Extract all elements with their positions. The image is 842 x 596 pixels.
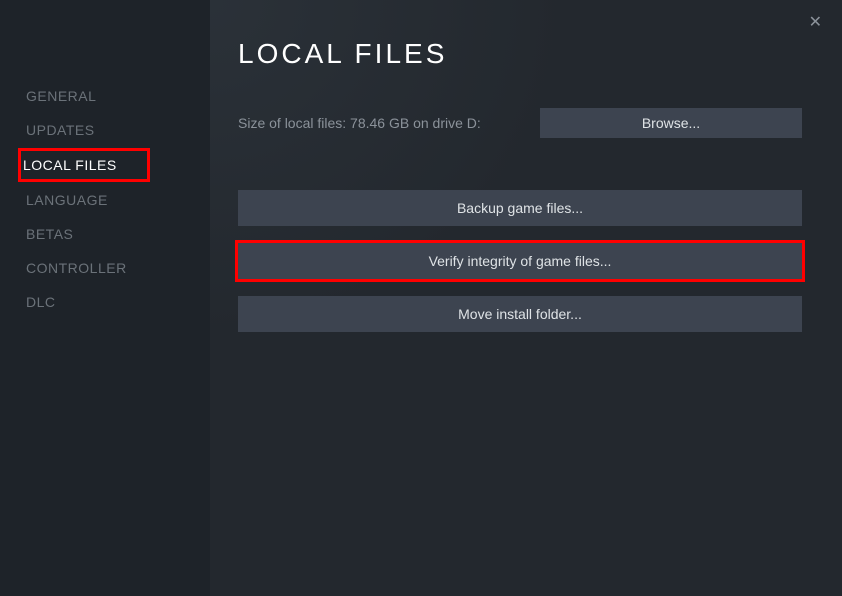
main-panel: ✕ LOCAL FILES Size of local files: 78.46… (210, 0, 842, 596)
size-info-row: Size of local files: 78.46 GB on drive D… (238, 108, 802, 138)
sidebar-item-dlc[interactable]: DLC (22, 286, 60, 318)
close-icon[interactable]: ✕ (801, 8, 830, 36)
size-info-text: Size of local files: 78.46 GB on drive D… (238, 115, 481, 131)
backup-button[interactable]: Backup game files... (238, 190, 802, 226)
verify-button[interactable]: Verify integrity of game files... (238, 243, 802, 279)
move-folder-button[interactable]: Move install folder... (238, 296, 802, 332)
sidebar-item-general[interactable]: GENERAL (22, 80, 100, 112)
action-buttons: Backup game files... Verify integrity of… (238, 190, 802, 332)
sidebar: GENERAL UPDATES LOCAL FILES LANGUAGE BET… (0, 0, 210, 596)
sidebar-item-language[interactable]: LANGUAGE (22, 184, 112, 216)
sidebar-item-controller[interactable]: CONTROLLER (22, 252, 131, 284)
sidebar-item-updates[interactable]: UPDATES (22, 114, 99, 146)
page-title: LOCAL FILES (238, 38, 802, 70)
browse-button[interactable]: Browse... (540, 108, 802, 138)
sidebar-item-betas[interactable]: BETAS (22, 218, 77, 250)
sidebar-item-local-files[interactable]: LOCAL FILES (18, 148, 150, 182)
